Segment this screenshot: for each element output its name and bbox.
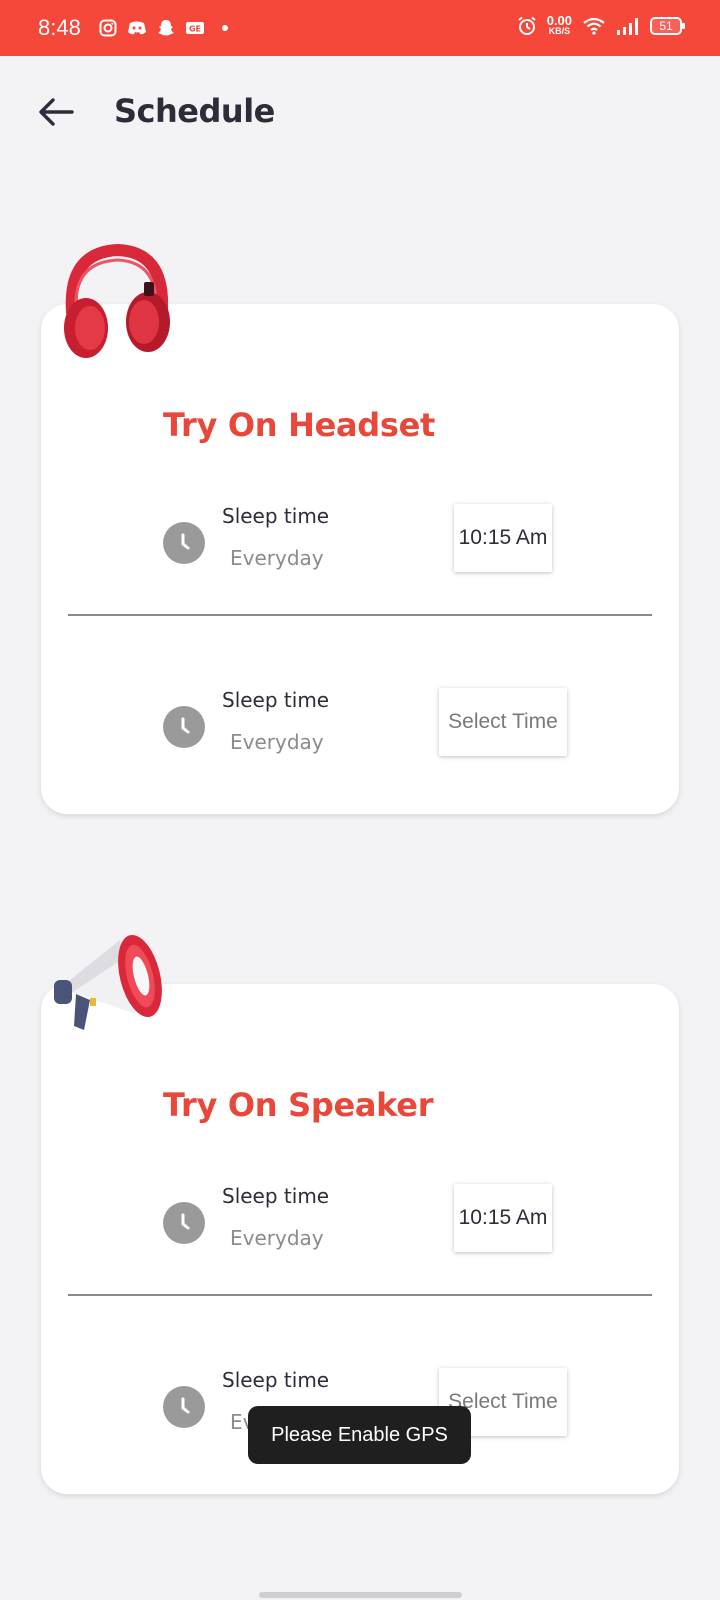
time-button[interactable]: 10:15 Am <box>454 504 552 572</box>
speed-unit: KB/S <box>548 26 571 36</box>
row-frequency: Everyday <box>230 730 324 754</box>
toast-message: Please Enable GPS <box>248 1406 471 1464</box>
more-notifications-dot <box>222 25 228 31</box>
svg-text:GE: GE <box>189 25 201 34</box>
row-frequency: Everyday <box>230 546 324 570</box>
battery-icon: 51 <box>650 17 685 35</box>
divider <box>68 1294 652 1296</box>
time-button[interactable]: 10:15 Am <box>454 1184 552 1252</box>
headphones-illustration <box>64 243 170 358</box>
clock-icon <box>163 1202 205 1244</box>
megaphone-illustration <box>54 934 162 1030</box>
schedule-row: Sleep time Everyday 10:15 Am <box>41 504 679 584</box>
speed-value: 0.00 <box>546 13 572 28</box>
status-time: 8:48 <box>38 15 81 40</box>
signal-icon <box>616 16 640 36</box>
card-title: Try On Speaker <box>163 1086 434 1124</box>
clock-icon <box>163 1386 205 1428</box>
row-frequency: Everyday <box>230 1226 324 1250</box>
card-title: Try On Headset <box>163 406 436 444</box>
headset-schedule-card: Try On Headset Sleep time Everyday 10:15… <box>41 304 679 814</box>
discord-icon <box>127 18 147 38</box>
status-bar: 8:48 GE 0.00 KB/S 51 <box>0 0 720 56</box>
divider <box>68 614 652 616</box>
alarm-icon <box>517 16 537 36</box>
clock-icon <box>163 522 205 564</box>
back-button[interactable] <box>36 92 76 132</box>
row-label: Sleep time <box>222 688 330 712</box>
back-arrow-icon <box>39 98 74 126</box>
select-time-button[interactable]: Select Time <box>439 688 567 756</box>
gallery-icon: GE <box>185 18 205 38</box>
network-speed: 0.00 KB/S <box>546 13 572 36</box>
schedule-row: Sleep time Everyday Select Time <box>41 688 679 768</box>
row-label: Sleep time <box>222 1368 330 1392</box>
row-label: Sleep time <box>222 1184 330 1208</box>
page-title: Schedule <box>114 92 275 130</box>
schedule-row: Sleep time Everyday 10:15 Am <box>41 1184 679 1264</box>
notification-icons: GE <box>98 18 228 38</box>
instagram-icon <box>98 18 118 38</box>
row-label: Sleep time <box>222 504 330 528</box>
home-indicator[interactable] <box>259 1592 462 1598</box>
wifi-icon <box>582 16 606 36</box>
clock-icon <box>163 706 205 748</box>
snapchat-icon <box>156 18 176 38</box>
system-icons: 0.00 KB/S 51 <box>517 13 685 36</box>
